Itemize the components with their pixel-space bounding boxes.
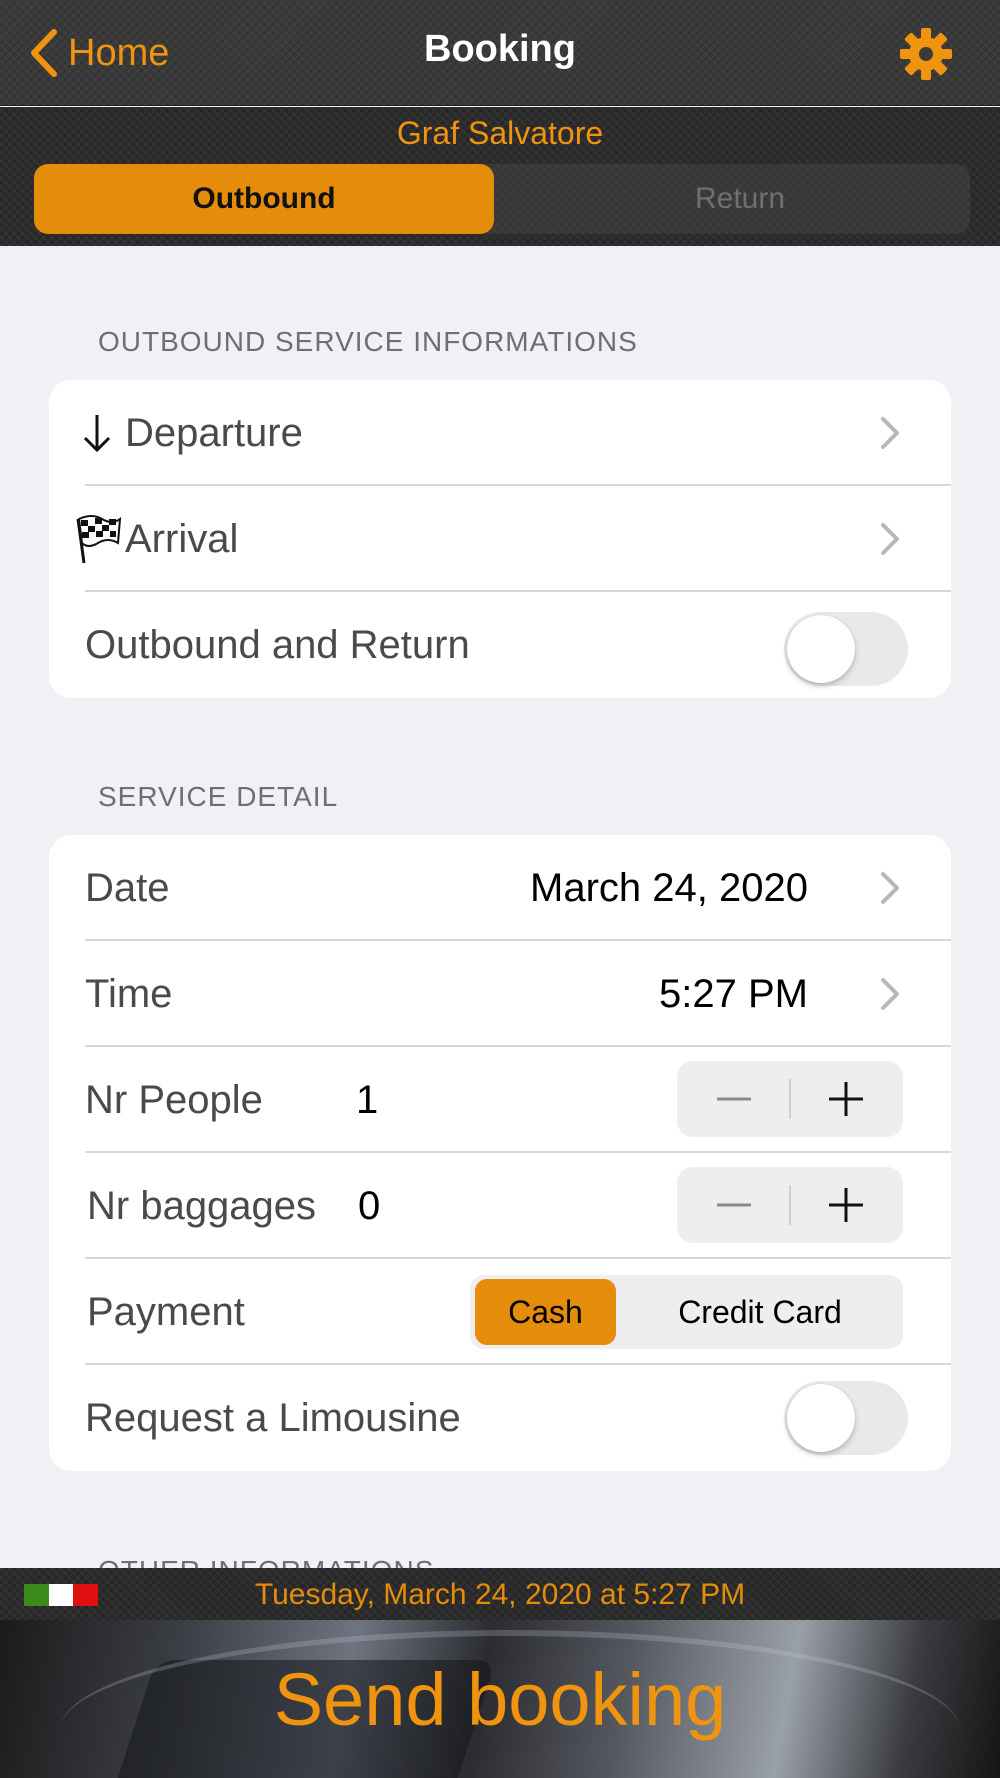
people-count: 1 [356, 1077, 379, 1122]
date-row[interactable]: Date March 24, 2020 [49, 835, 951, 941]
date-label: Date [85, 865, 170, 910]
gear-icon[interactable] [898, 26, 954, 82]
chevron-right-icon [881, 978, 899, 1010]
departure-row[interactable]: Departure [49, 380, 951, 486]
toggle-knob [787, 1384, 855, 1452]
payment-option-cash[interactable]: Cash [475, 1279, 616, 1345]
service-detail-section-header: SERVICE DETAIL [98, 781, 339, 812]
nav-bar: Home Booking [0, 0, 1000, 106]
limousine-toggle[interactable] [784, 1381, 908, 1455]
baggages-count: 0 [358, 1183, 381, 1228]
minus-icon[interactable] [677, 1167, 790, 1243]
round-trip-row: Outbound and Return [49, 592, 951, 698]
arrow-down-icon [71, 406, 123, 460]
minus-icon[interactable] [677, 1061, 790, 1137]
send-booking-button[interactable]: Send booking [0, 1620, 1000, 1778]
trip-segmented-control: Outbound Return [34, 164, 970, 234]
booking-datetime: Tuesday, March 24, 2020 at 5:27 PM [254, 1578, 746, 1611]
arrival-row[interactable]: Arrival [49, 486, 951, 592]
service-detail-card: Date March 24, 2020 Time 5:27 PM Nr Peop… [49, 835, 951, 1471]
payment-row: Payment Cash Credit Card [49, 1259, 951, 1365]
page-title: Booking [424, 28, 576, 70]
people-label: Nr People [85, 1077, 263, 1122]
payment-option-credit-card[interactable]: Credit Card [620, 1279, 900, 1345]
toggle-knob [787, 615, 855, 683]
baggages-row: Nr baggages 0 [49, 1153, 951, 1259]
time-row[interactable]: Time 5:27 PM [49, 941, 951, 1047]
plus-icon[interactable] [790, 1061, 903, 1137]
baggages-stepper [677, 1167, 903, 1243]
chevron-right-icon [881, 872, 899, 904]
payment-segmented-control: Cash Credit Card [470, 1275, 903, 1349]
limousine-row: Request a Limousine [49, 1365, 951, 1471]
round-trip-label: Outbound and Return [85, 622, 470, 667]
people-stepper [677, 1061, 903, 1137]
tab-return[interactable]: Return [510, 164, 970, 234]
payment-label: Payment [87, 1289, 245, 1334]
outbound-section-header: OUTBOUND SERVICE INFORMATIONS [98, 326, 638, 357]
booking-header: Graf Salvatore Outbound Return [0, 107, 1000, 246]
status-bar: Tuesday, March 24, 2020 at 5:27 PM [0, 1568, 1000, 1620]
baggages-label: Nr baggages [87, 1183, 317, 1228]
plus-icon[interactable] [790, 1167, 903, 1243]
date-value: March 24, 2020 [530, 865, 808, 910]
tab-outbound[interactable]: Outbound [34, 164, 494, 234]
other-info-section-header: OTHER INFORMATIONS [98, 1552, 434, 1568]
round-trip-toggle[interactable] [784, 612, 908, 686]
outbound-card: Departure Arrival Outbound and Return [49, 380, 951, 698]
departure-label: Departure [125, 410, 303, 455]
time-value: 5:27 PM [659, 971, 808, 1016]
driver-name: Graf Salvatore [396, 115, 604, 151]
send-booking-area: Send booking [0, 1620, 1000, 1778]
time-label: Time [85, 971, 173, 1016]
people-row: Nr People 1 [49, 1047, 951, 1153]
chevron-right-icon [881, 417, 899, 449]
limousine-label: Request a Limousine [85, 1395, 461, 1440]
arrival-label: Arrival [125, 516, 239, 561]
chevron-right-icon [881, 523, 899, 555]
checkered-flag-icon [71, 512, 123, 566]
